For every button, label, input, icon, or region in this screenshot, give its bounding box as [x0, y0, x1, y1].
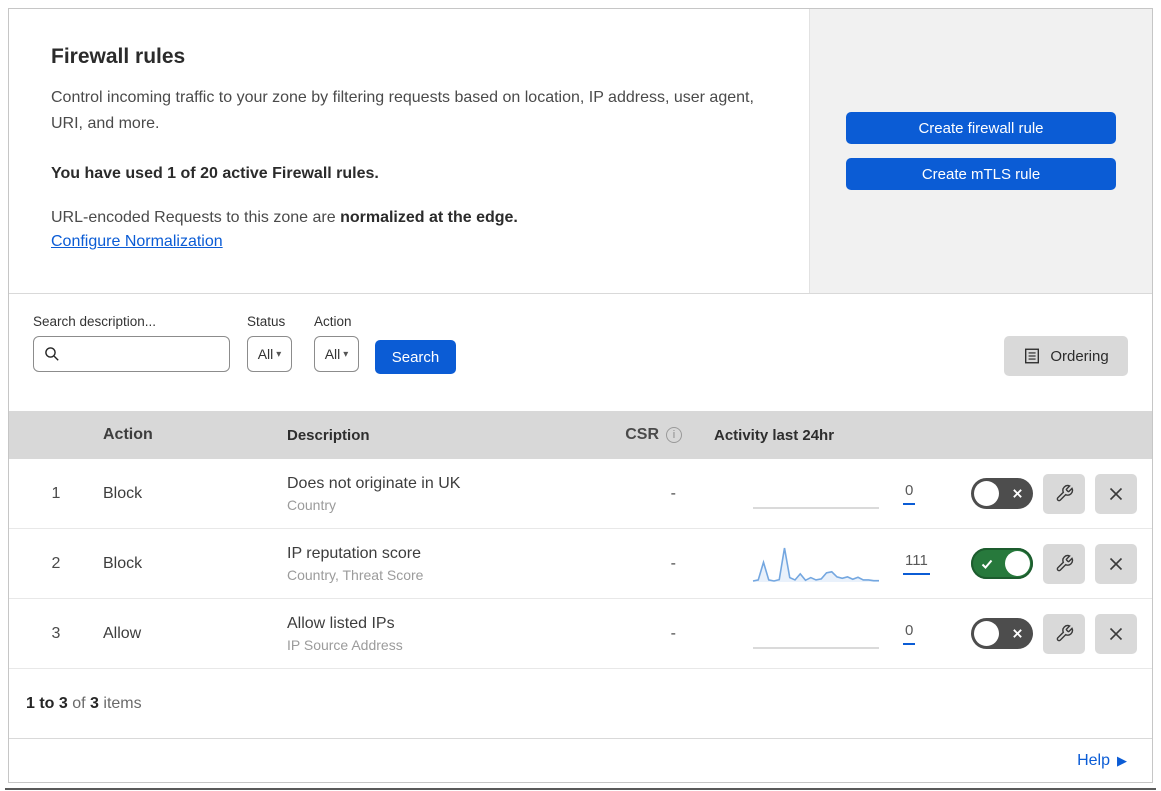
action-label: Action: [314, 314, 352, 329]
intro-text-block: Firewall rules Control incoming traffic …: [9, 9, 809, 293]
pagination-summary: 1 to 3 of 3 items: [9, 669, 1152, 739]
rule-priority: 3: [51, 624, 61, 642]
toggle-knob: [974, 481, 999, 506]
normalization-note: URL-encoded Requests to this zone are no…: [51, 209, 518, 226]
rule-priority: 1: [51, 484, 61, 502]
rule-action: Block: [103, 484, 143, 502]
delete-rule-button[interactable]: [1095, 613, 1137, 654]
rule-action: Block: [103, 554, 143, 572]
rule-description: Allow listed IPs: [287, 614, 395, 632]
filters-bar: Search description... Status All ▾ Actio…: [9, 294, 1152, 411]
chevron-down-icon: ▾: [343, 348, 349, 360]
wrench-icon: [1056, 484, 1073, 502]
actions-panel: Create firewall rule Create mTLS rule: [809, 9, 1152, 293]
table-header: Action Description CSR i Activity last 2…: [9, 411, 1152, 459]
rule-fields: IP Source Address: [287, 636, 403, 653]
help-bar: Help ▶: [9, 739, 1152, 782]
column-activity: Activity last 24hr: [714, 426, 835, 444]
column-csr: CSR i: [606, 426, 706, 444]
intro-section: Firewall rules Control incoming traffic …: [9, 9, 1152, 294]
wrench-icon: [1056, 554, 1073, 572]
activity-sparkline: [752, 547, 879, 582]
firewall-rules-card: Firewall rules Control incoming traffic …: [8, 8, 1153, 783]
rule-csr-value: -: [670, 624, 676, 642]
info-icon[interactable]: i: [666, 427, 682, 443]
configure-normalization-link[interactable]: Configure Normalization: [51, 233, 223, 250]
search-input[interactable]: [67, 345, 219, 363]
create-firewall-rule-button[interactable]: Create firewall rule: [846, 112, 1116, 144]
rule-csr-value: -: [670, 484, 676, 502]
search-button[interactable]: Search: [375, 340, 456, 374]
rule-fields: Country, Threat Score: [287, 566, 424, 583]
rule-enabled-toggle[interactable]: [971, 548, 1033, 579]
activity-count-link[interactable]: 0: [903, 482, 916, 505]
arrow-right-icon: ▶: [1117, 752, 1127, 768]
rule-description: IP reputation score: [287, 544, 422, 562]
rule-csr-value: -: [670, 554, 676, 572]
edit-rule-button[interactable]: [1043, 613, 1085, 654]
toggle-knob: [974, 621, 999, 646]
check-icon: [981, 559, 993, 569]
rule-fields: Country: [287, 496, 337, 513]
table-row: 1 Block Does not originate in UK Country…: [9, 459, 1152, 529]
rule-priority: 2: [51, 554, 61, 572]
rule-action: Allow: [103, 624, 142, 642]
action-select[interactable]: All ▾: [314, 336, 359, 372]
toggle-knob: [1005, 551, 1030, 576]
delete-rule-button[interactable]: [1095, 473, 1137, 514]
rule-enabled-toggle[interactable]: [971, 618, 1033, 649]
activity-sparkline: [753, 646, 879, 649]
ordering-icon: [1025, 348, 1040, 364]
column-description: Description: [287, 426, 370, 444]
next-section-edge: [5, 788, 1156, 790]
rule-description: Does not originate in UK: [287, 474, 461, 492]
chevron-down-icon: ▾: [276, 348, 282, 360]
table-row: 3 Allow Allow listed IPs IP Source Addre…: [9, 599, 1152, 669]
delete-rule-button[interactable]: [1095, 543, 1137, 584]
edit-rule-button[interactable]: [1043, 543, 1085, 584]
search-icon: [45, 347, 59, 361]
search-field[interactable]: [33, 336, 230, 372]
table-row: 2 Block IP reputation score Country, Thr…: [9, 529, 1152, 599]
page-title: Firewall rules: [51, 45, 186, 68]
status-select[interactable]: All ▾: [247, 336, 292, 372]
search-label: Search description...: [33, 314, 157, 329]
close-icon: [1109, 487, 1123, 500]
edit-rule-button[interactable]: [1043, 473, 1085, 514]
create-mtls-rule-button[interactable]: Create mTLS rule: [846, 158, 1116, 190]
wrench-icon: [1056, 624, 1073, 642]
x-icon: [1013, 489, 1022, 498]
rule-enabled-toggle[interactable]: [971, 478, 1033, 509]
activity-count-link[interactable]: 111: [903, 552, 930, 575]
ordering-button[interactable]: Ordering: [1004, 336, 1128, 376]
help-link[interactable]: Help ▶: [1077, 752, 1127, 770]
status-label: Status: [247, 314, 286, 329]
activity-sparkline: [753, 506, 879, 509]
close-icon: [1109, 557, 1123, 570]
column-action: Action: [103, 426, 153, 443]
x-icon: [1013, 629, 1022, 638]
usage-summary: You have used 1 of 20 active Firewall ru…: [51, 165, 379, 182]
activity-count-link[interactable]: 0: [903, 622, 916, 645]
page-description: Control incoming traffic to your zone by…: [51, 89, 754, 132]
close-icon: [1109, 627, 1123, 640]
